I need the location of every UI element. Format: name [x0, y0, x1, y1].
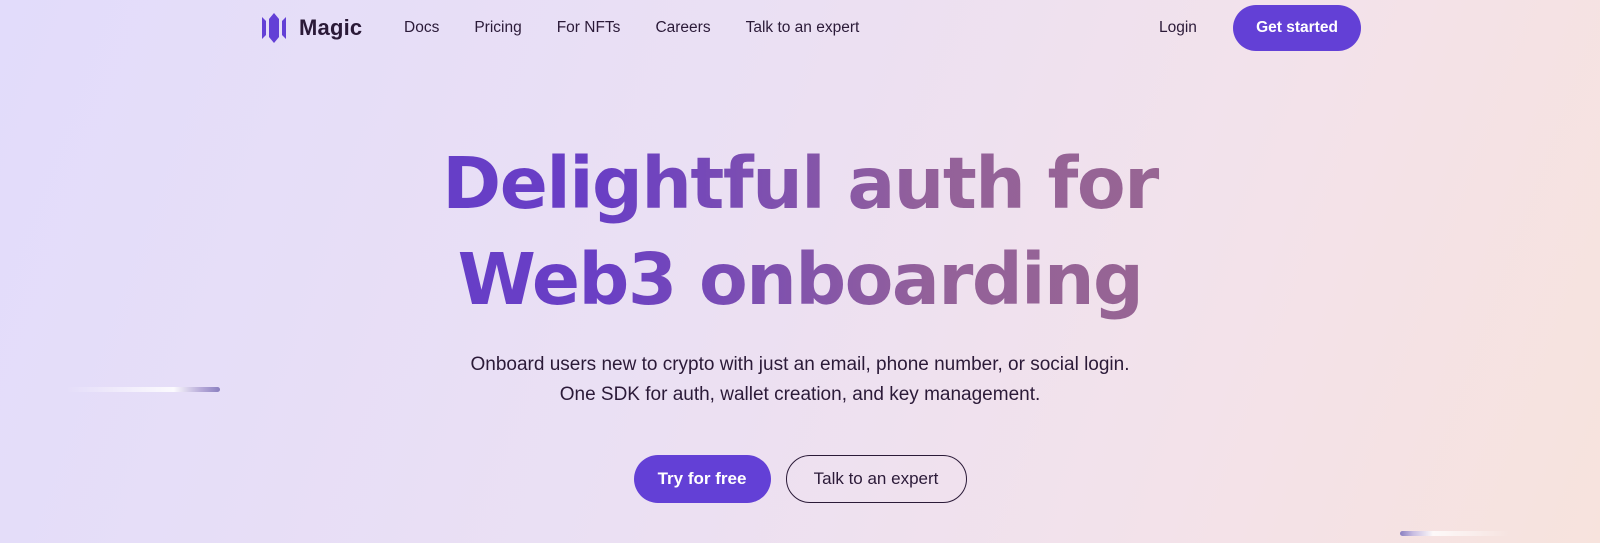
decorative-streak-left: [66, 387, 220, 392]
magic-logo-icon: [257, 11, 291, 45]
try-for-free-button[interactable]: Try for free: [633, 455, 771, 503]
hero-title-line-1: Delightful auth for: [442, 142, 1158, 225]
nav-link-docs[interactable]: Docs: [404, 16, 439, 40]
hero-subtitle: Onboard users new to crypto with just an…: [0, 350, 1600, 410]
brand-name: Magic: [299, 15, 363, 40]
login-link[interactable]: Login: [1159, 16, 1197, 40]
brand-home-link[interactable]: Magic: [257, 8, 362, 48]
top-navigation: Magic Docs Pricing For NFTs Careers Talk…: [0, 0, 1600, 56]
decorative-streak-right: [1400, 531, 1510, 536]
hero-title: Delightful auth for Web3 onboarding: [0, 136, 1600, 328]
nav-link-talk-to-expert[interactable]: Talk to an expert: [746, 16, 860, 40]
hero-cta-group: Try for free Talk to an expert: [0, 455, 1600, 503]
hero-subtitle-line-2: One SDK for auth, wallet creation, and k…: [559, 384, 1041, 405]
nav-link-pricing[interactable]: Pricing: [474, 16, 521, 40]
nav-links: Docs Pricing For NFTs Careers Talk to an…: [404, 16, 894, 40]
talk-to-expert-button[interactable]: Talk to an expert: [785, 455, 967, 503]
nav-link-careers[interactable]: Careers: [655, 16, 710, 40]
hero-subtitle-line-1: Onboard users new to crypto with just an…: [470, 354, 1130, 375]
get-started-button[interactable]: Get started: [1233, 5, 1361, 51]
nav-link-for-nfts[interactable]: For NFTs: [557, 16, 621, 40]
hero-title-line-2: Web3 onboarding: [457, 238, 1143, 321]
